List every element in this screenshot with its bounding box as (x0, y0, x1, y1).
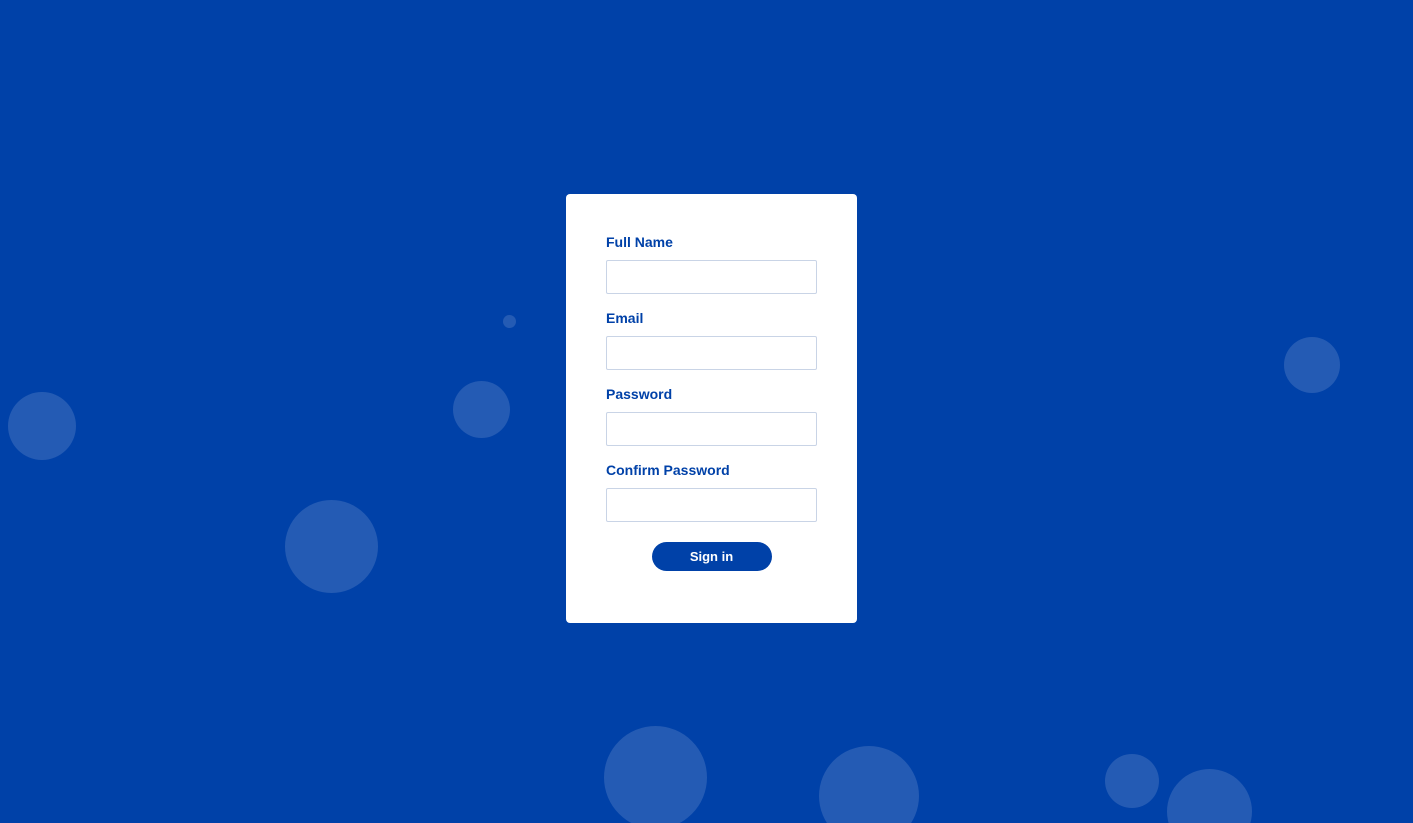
email-label: Email (606, 310, 644, 326)
signup-card: Full Name Email Password Confirm Passwor… (566, 194, 857, 623)
confirm-password-input[interactable] (606, 488, 817, 522)
email-group: Email (606, 310, 817, 370)
confirm-password-group: Confirm Password (606, 462, 817, 522)
password-label: Password (606, 386, 673, 402)
decorative-bubble (453, 381, 510, 438)
full-name-label: Full Name (606, 234, 673, 250)
password-group: Password (606, 386, 817, 446)
submit-row: Sign in (606, 542, 817, 571)
page-background: Full Name Email Password Confirm Passwor… (0, 0, 1413, 823)
sign-in-button[interactable]: Sign in (651, 542, 772, 571)
decorative-bubble (1105, 754, 1159, 808)
decorative-bubble (1167, 769, 1252, 823)
full-name-input[interactable] (606, 260, 817, 294)
email-input[interactable] (606, 336, 817, 370)
decorative-bubble (604, 726, 707, 823)
decorative-bubble (503, 315, 516, 328)
decorative-bubble (8, 392, 76, 460)
decorative-bubble (285, 500, 378, 593)
password-input[interactable] (606, 412, 817, 446)
decorative-bubble (1284, 337, 1340, 393)
decorative-bubble (819, 746, 919, 823)
full-name-group: Full Name (606, 234, 817, 294)
confirm-password-label: Confirm Password (606, 462, 730, 478)
